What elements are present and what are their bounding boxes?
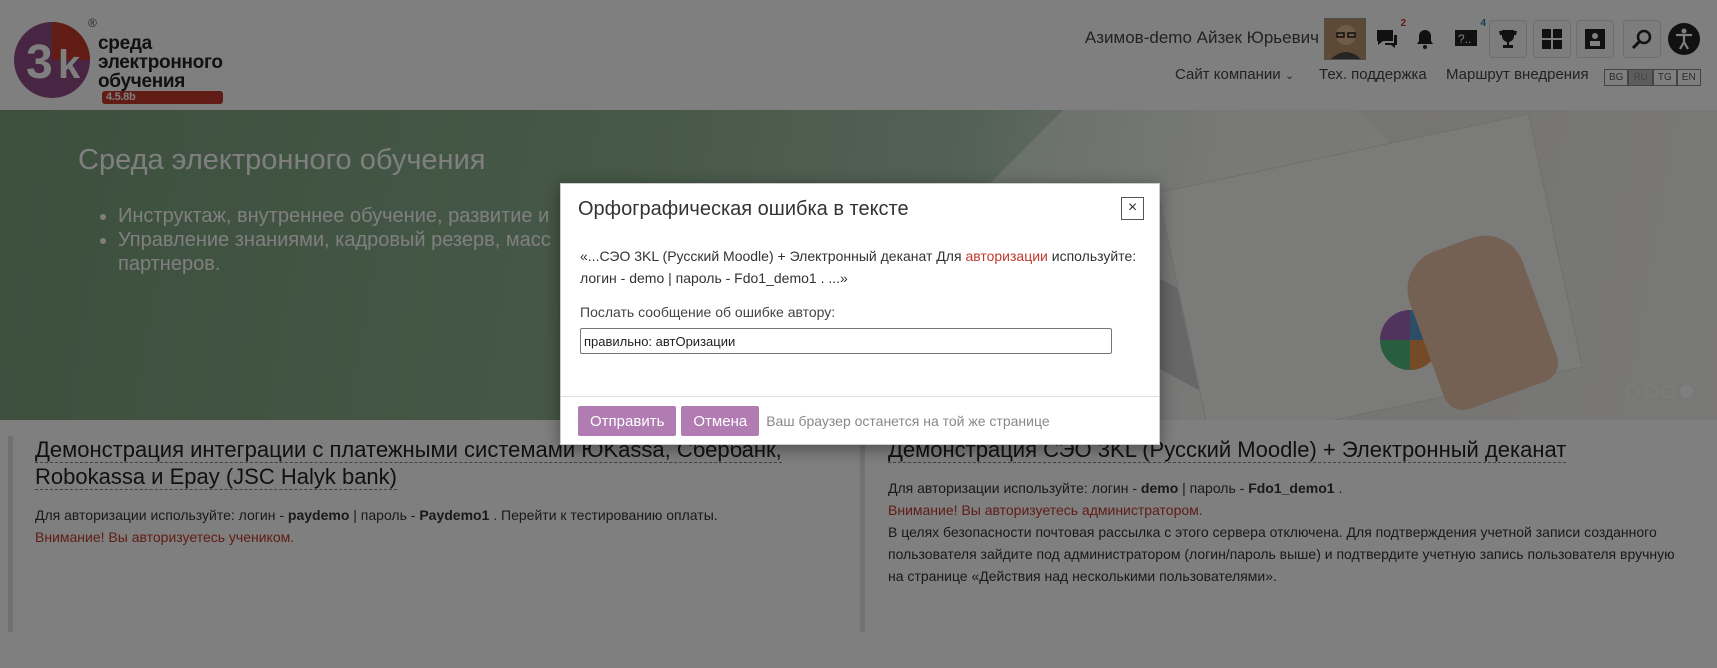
spelling-error-dialog: Орфографическая ошибка в тексте × «...СЭ…	[560, 183, 1160, 445]
dialog-footer: Отправить Отмена Ваш браузер останется н…	[561, 396, 1159, 445]
dialog-body: «...СЭО 3KL (Русский Moodle) + Электронн…	[561, 232, 1159, 354]
cancel-button[interactable]: Отмена	[681, 406, 760, 436]
footer-note: Ваш браузер останется на той же странице	[766, 413, 1050, 429]
send-button[interactable]: Отправить	[578, 406, 677, 436]
send-message-label: Послать сообщение об ошибке автору:	[580, 304, 836, 320]
error-word: авторизации	[965, 248, 1048, 264]
dialog-header: Орфографическая ошибка в тексте ×	[561, 184, 1159, 232]
close-button[interactable]: ×	[1121, 197, 1144, 220]
error-message-input[interactable]	[580, 328, 1112, 354]
dialog-title: Орфографическая ошибка в тексте	[578, 198, 909, 220]
error-context-quote: «...СЭО 3KL (Русский Moodle) + Электронн…	[580, 248, 1137, 286]
